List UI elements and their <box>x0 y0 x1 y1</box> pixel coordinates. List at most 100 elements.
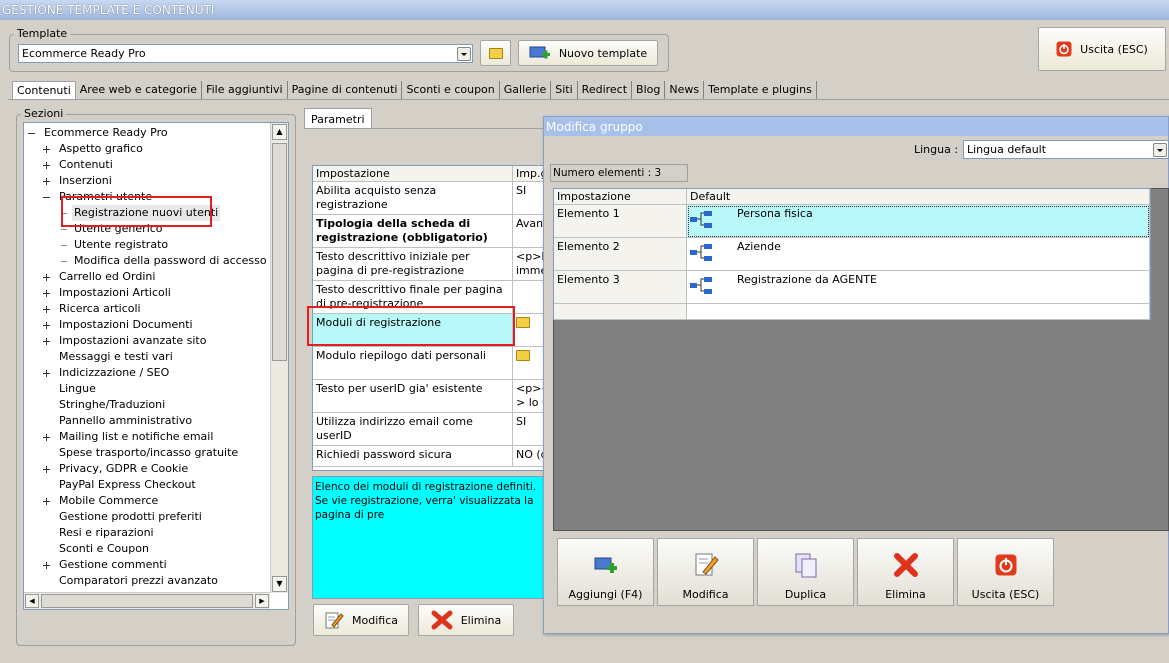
tree-item[interactable]: Impostazioni avanzate sito <box>57 333 208 349</box>
expand-icon[interactable] <box>43 146 50 153</box>
tree-item[interactable]: Mailing list e notifiche email <box>57 429 215 445</box>
param-name[interactable]: Testo per userID gia' esistente <box>313 380 513 413</box>
col-header-setting[interactable]: Impostazione <box>554 189 687 205</box>
language-select-value: Lingua default <box>967 143 1047 156</box>
expand-icon[interactable] <box>43 562 50 569</box>
tree-item[interactable]: Aspetto grafico <box>57 141 145 157</box>
open-folder-button[interactable] <box>480 40 511 66</box>
expand-icon[interactable] <box>43 434 50 441</box>
dialog-delete-button[interactable]: Elimina <box>857 538 954 606</box>
tree-vscrollbar[interactable]: ▲ ▼ <box>270 123 288 593</box>
dialog-table[interactable]: Impostazione Default Elemento 1 Persona fis… <box>553 188 1151 320</box>
tree-item[interactable]: Pannello amministrativo <box>57 413 194 429</box>
tab-aree-web-e-categorie[interactable]: Aree web e categorie <box>76 81 203 99</box>
tab-blog[interactable]: Blog <box>632 81 666 99</box>
param-name[interactable]: Utilizza indirizzo email come userID <box>313 413 513 446</box>
tree-item[interactable]: Impostazioni Documenti <box>57 317 195 333</box>
hscroll-thumb[interactable] <box>41 594 253 608</box>
tree-item[interactable]: Modifica della password di accesso <box>72 253 269 269</box>
template-select[interactable]: Ecommerce Ready Pro <box>18 44 473 63</box>
add-tile-button[interactable]: Aggiungi (F4) <box>557 538 654 606</box>
dialog-modify-button[interactable]: Modifica <box>657 538 754 606</box>
folder-icon[interactable] <box>516 317 530 328</box>
tree-item[interactable]: Inserzioni <box>57 173 114 189</box>
expand-icon[interactable] <box>43 274 50 281</box>
dialog-exit-button[interactable]: Uscita (ESC) <box>957 538 1054 606</box>
scroll-up-icon[interactable]: ▲ <box>272 124 287 140</box>
language-select[interactable]: Lingua default <box>963 140 1169 159</box>
expand-icon[interactable] <box>43 370 50 377</box>
structure-icon <box>690 211 712 228</box>
tree-item[interactable]: Stringhe/Traduzioni <box>57 397 167 413</box>
expand-icon[interactable] <box>43 162 50 169</box>
expand-icon[interactable] <box>43 338 50 345</box>
param-name[interactable]: Modulo riepilogo dati personali <box>313 347 513 380</box>
tree-item[interactable]: PayPal Express Checkout <box>57 477 198 493</box>
tree-item[interactable]: Ecommerce Ready Pro <box>42 125 170 141</box>
new-template-button[interactable]: Nuovo template <box>518 40 658 66</box>
tree-item[interactable]: Privacy, GDPR e Cookie <box>57 461 190 477</box>
tree-item[interactable]: Messaggi e testi vari <box>57 349 175 365</box>
delete-button[interactable]: Elimina <box>418 604 514 636</box>
modify-label: Modifica <box>352 613 398 627</box>
dialog-row-value[interactable]: Aziende <box>687 238 1150 271</box>
tab-template-e-plugins[interactable]: Template e plugins <box>704 81 817 99</box>
param-name[interactable]: Richiedi password sicura <box>313 446 513 467</box>
tree-item[interactable]: Gestione prodotti preferiti <box>57 509 204 525</box>
tree-item[interactable]: Resi e riparazioni <box>57 525 156 541</box>
col-header-default[interactable]: Default <box>687 189 1150 205</box>
dialog-row-name[interactable]: Elemento 2 <box>554 238 687 271</box>
modify-button[interactable]: Modifica <box>313 604 409 636</box>
tree-item[interactable]: Utente registrato <box>72 237 170 253</box>
tree-item[interactable]: Mobile Commerce <box>57 493 160 509</box>
scroll-down-icon[interactable]: ▼ <box>272 576 287 592</box>
dialog-row-value[interactable]: Registrazione da AGENTE <box>687 271 1150 304</box>
exit-button[interactable]: Uscita (ESC) <box>1038 27 1166 71</box>
tab-file-aggiuntivi[interactable]: File aggiuntivi <box>202 81 288 99</box>
param-name[interactable]: Tipologia della scheda di registrazione … <box>313 215 513 248</box>
expand-icon[interactable] <box>43 306 50 313</box>
expand-icon[interactable] <box>43 322 50 329</box>
duplicate-button[interactable]: Duplica <box>757 538 854 606</box>
collapse-icon[interactable] <box>43 194 50 201</box>
dialog-row-name[interactable]: Elemento 3 <box>554 271 687 304</box>
expand-icon[interactable] <box>43 466 50 473</box>
tree-item[interactable]: Spese trasporto/incasso gratuite <box>57 445 240 461</box>
tree-item[interactable]: Lingue <box>57 381 98 397</box>
chevron-down-icon[interactable] <box>457 46 471 61</box>
tree-item[interactable]: Sconti e Coupon <box>57 541 151 557</box>
dialog-row-name[interactable]: Elemento 1 <box>554 205 687 238</box>
expand-icon[interactable] <box>43 290 50 297</box>
dialog-exit-label: Uscita (ESC) <box>971 588 1040 601</box>
tree-item[interactable]: Ricerca articoli <box>57 301 143 317</box>
add-template-icon <box>529 46 550 59</box>
dialog-row-value[interactable]: Persona fisica <box>687 205 1150 238</box>
expand-icon[interactable] <box>43 178 50 185</box>
folder-icon[interactable] <box>516 350 530 361</box>
tab-news[interactable]: News <box>665 81 705 99</box>
param-name[interactable]: Testo descrittivo iniziale per pagina di… <box>313 248 513 281</box>
tree-item[interactable]: Comparatori prezzi avanzato <box>57 573 220 589</box>
param-name[interactable]: Abilita acquisto senza registrazione <box>313 182 513 215</box>
chevron-down-icon[interactable] <box>1153 142 1167 157</box>
language-label: Lingua : <box>914 143 959 156</box>
col-header-setting[interactable]: Impostazione <box>313 166 513 182</box>
tree-item[interactable]: Impostazioni Articoli <box>57 285 173 301</box>
tree-item[interactable]: Carrello ed Ordini <box>57 269 157 285</box>
scroll-thumb[interactable] <box>272 143 287 361</box>
tab-parametri[interactable]: Parametri <box>304 108 372 129</box>
tab-redirect[interactable]: Redirect <box>578 81 633 99</box>
scroll-right-icon[interactable]: ▶ <box>255 594 269 608</box>
tree-item[interactable]: Contenuti <box>57 157 115 173</box>
tree-item[interactable]: Indicizzazione / SEO <box>57 365 171 381</box>
tree-hscrollbar[interactable]: ◀ ▶ <box>24 592 270 609</box>
tab-contenuti[interactable]: Contenuti <box>12 81 76 99</box>
tab-pagine-di-contenuti[interactable]: Pagine di contenuti <box>288 81 403 99</box>
tree-item[interactable]: Gestione commenti <box>57 557 169 573</box>
tab-gallerie[interactable]: Gallerie <box>500 81 552 99</box>
scroll-left-icon[interactable]: ◀ <box>25 594 39 608</box>
tab-siti[interactable]: Siti <box>551 81 578 99</box>
collapse-icon[interactable] <box>28 130 35 137</box>
tab-sconti-e-coupon[interactable]: Sconti e coupon <box>402 81 500 99</box>
expand-icon[interactable] <box>43 498 50 505</box>
